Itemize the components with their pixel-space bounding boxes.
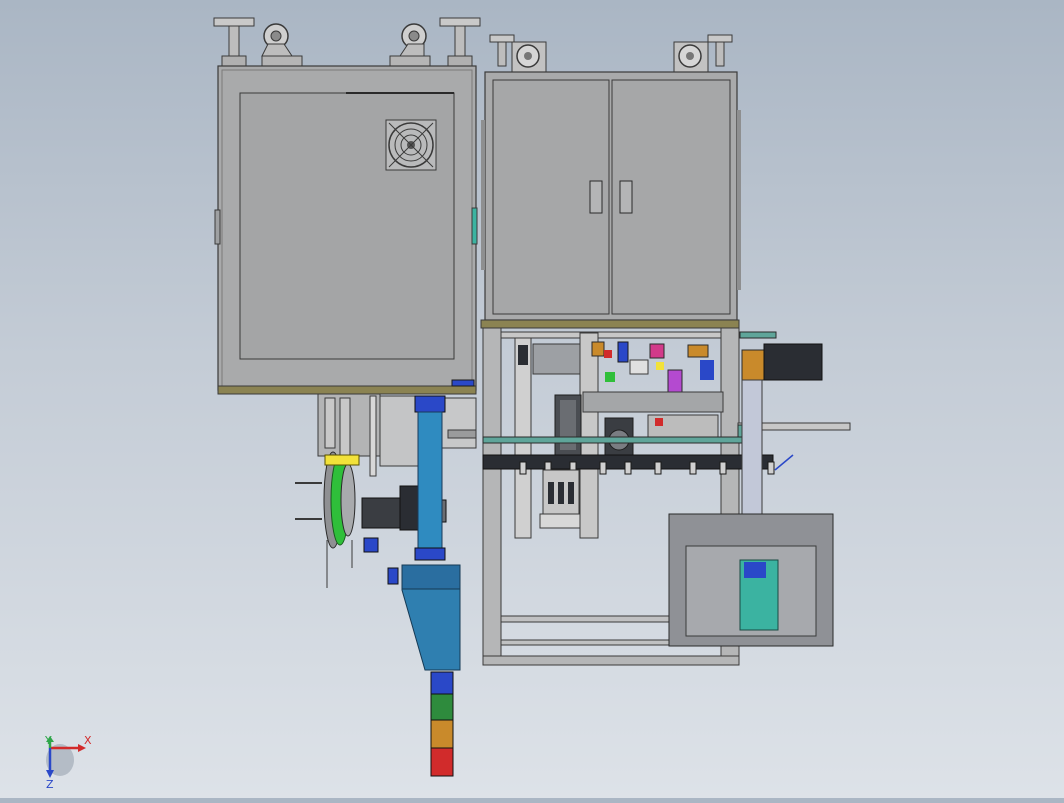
cad-viewport[interactable]: X Y Z <box>0 0 1064 798</box>
feed-reel-mechanism <box>295 393 477 588</box>
right-cabinet-top-hardware <box>489 34 733 73</box>
x-axis-label: X <box>84 734 92 747</box>
caster-wheel-icon <box>511 41 547 73</box>
side-enclosure-panel <box>668 513 834 647</box>
left-electrical-cabinet <box>214 65 478 395</box>
z-axis-label: Z <box>46 778 54 791</box>
caster-wheel-icon <box>261 23 303 67</box>
leveling-foot-icon <box>489 34 515 67</box>
leveling-foot-icon <box>439 17 481 67</box>
right-control-cabinet <box>480 71 741 329</box>
caster-wheel-icon <box>673 41 709 73</box>
fan-grille-icon <box>385 119 437 171</box>
left-cabinet-top-hardware <box>213 17 481 67</box>
y-axis-label: Y <box>44 734 52 747</box>
leveling-foot-icon <box>707 34 733 67</box>
caster-wheel-icon <box>389 23 431 67</box>
coordinate-triad: X Y Z <box>44 734 92 791</box>
assembly-drawing: X Y Z <box>44 17 851 791</box>
signal-light-tower-icon <box>430 671 454 777</box>
leveling-foot-icon <box>213 17 255 67</box>
